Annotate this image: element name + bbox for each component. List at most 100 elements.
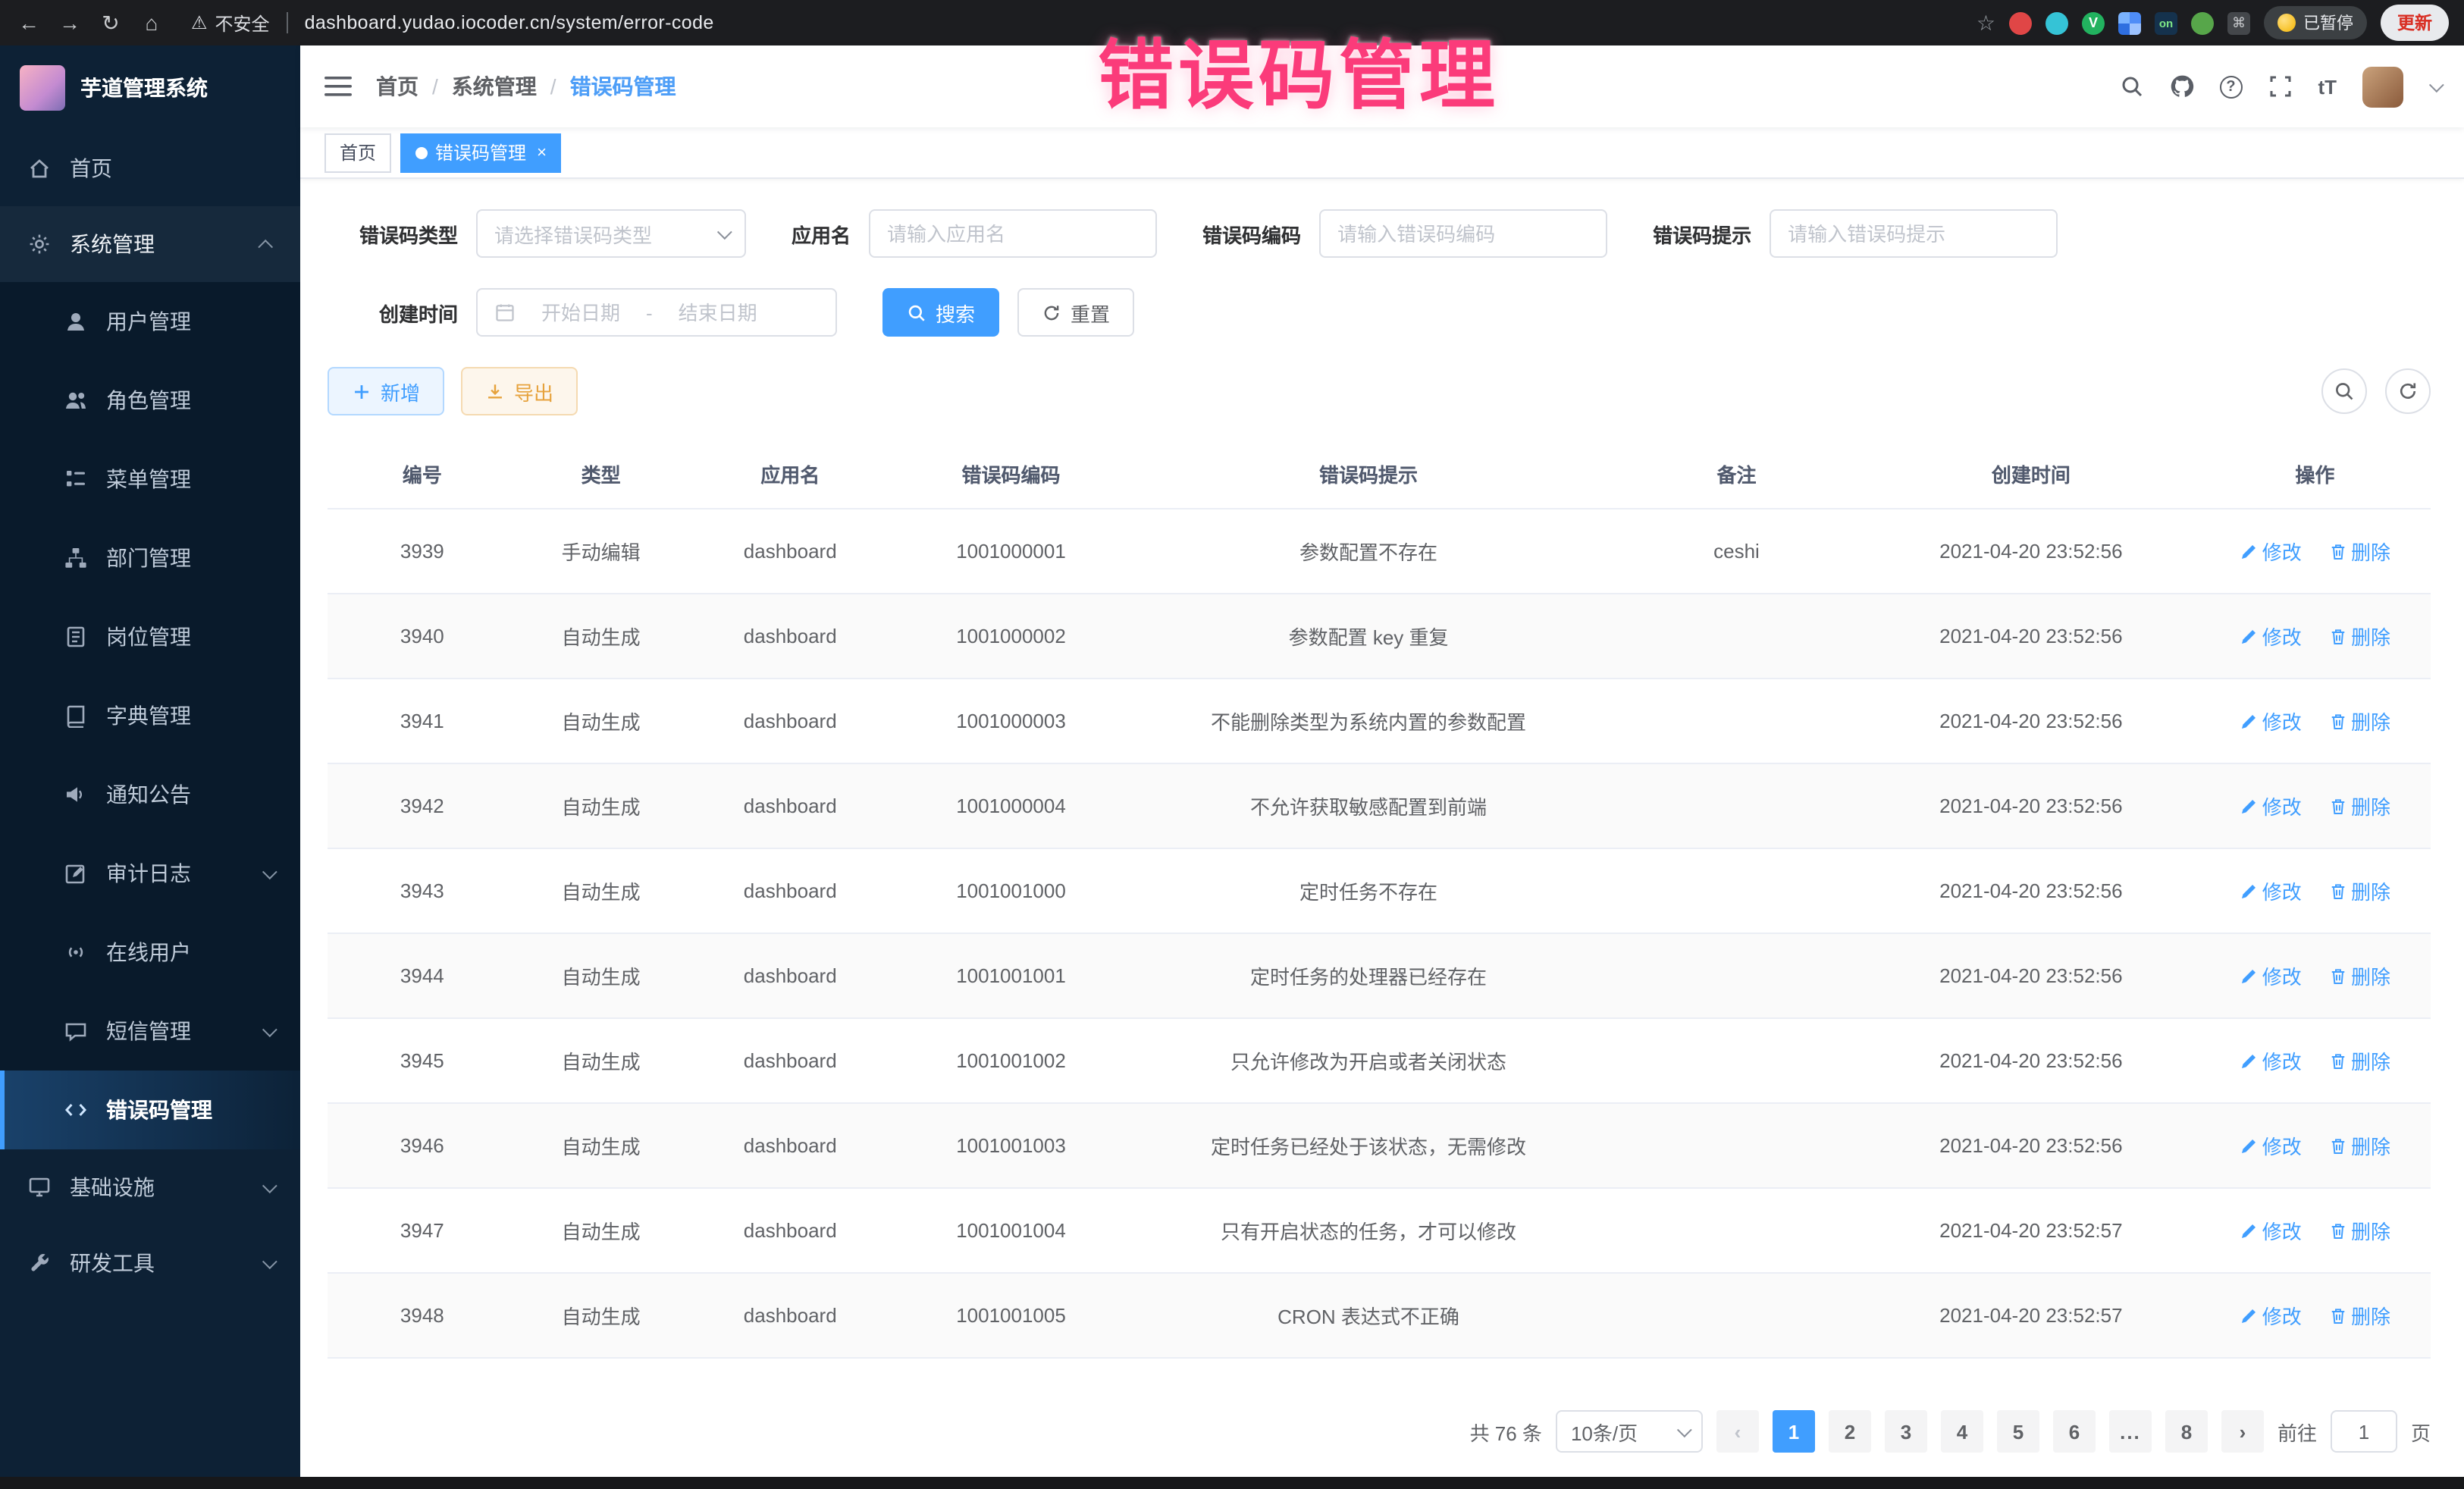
header-search-button[interactable] <box>2119 74 2143 99</box>
delete-link[interactable]: 删除 <box>2328 1216 2390 1245</box>
sidebar-item-dev-tools[interactable]: 研发工具 <box>0 1225 300 1301</box>
edit-link[interactable]: 修改 <box>2240 1301 2302 1330</box>
app-logo[interactable]: 芋道管理系统 <box>0 45 300 130</box>
cell-type: 自动生成 <box>517 1018 685 1103</box>
page-button[interactable]: 3 <box>1885 1410 1927 1453</box>
address-bar-url[interactable]: dashboard.yudao.iocoder.cn/system/error-… <box>305 12 714 33</box>
page-button[interactable]: 2 <box>1829 1410 1871 1453</box>
error-code-input[interactable] <box>1337 222 1589 245</box>
start-date-input[interactable] <box>526 301 635 324</box>
font-size-button[interactable]: tT <box>2318 75 2337 98</box>
sidebar-item-notices[interactable]: 通知公告 <box>0 755 300 834</box>
sidebar-item-positions[interactable]: 岗位管理 <box>0 597 300 676</box>
refresh-table-button[interactable] <box>2385 368 2431 414</box>
edit-link[interactable]: 修改 <box>2240 1131 2302 1160</box>
delete-link[interactable]: 删除 <box>2328 961 2390 990</box>
browser-home-button[interactable]: ⌂ <box>138 11 165 35</box>
export-button[interactable]: 导出 <box>461 367 578 415</box>
search-toggle-button[interactable] <box>2321 368 2367 414</box>
sidebar-item-home[interactable]: 首页 <box>0 130 300 206</box>
edit-link[interactable]: 修改 <box>2240 792 2302 820</box>
browser-forward-button[interactable]: → <box>56 11 83 35</box>
extensions-puzzle-icon[interactable]: ⌘ <box>2227 11 2250 34</box>
edit-link[interactable]: 修改 <box>2240 622 2302 650</box>
browser-update-button[interactable]: 更新 <box>2381 5 2449 41</box>
extension-green-icon[interactable] <box>2191 11 2214 34</box>
security-warning[interactable]: ⚠ 不安全 <box>191 10 270 36</box>
sidebar-item-menus[interactable]: 菜单管理 <box>0 440 300 519</box>
cell-id: 3946 <box>328 1103 517 1188</box>
cell-time: 2021-04-20 23:52:56 <box>1863 1018 2199 1103</box>
sidebar-item-dictionaries[interactable]: 字典管理 <box>0 676 300 755</box>
delete-link[interactable]: 删除 <box>2328 537 2390 566</box>
sidebar-item-error-codes[interactable]: 错误码管理 <box>0 1071 300 1149</box>
sidebar-item-label: 研发工具 <box>70 1248 155 1278</box>
delete-link[interactable]: 删除 <box>2328 1301 2390 1330</box>
extension-grid-icon[interactable] <box>2118 11 2141 34</box>
edit-link[interactable]: 修改 <box>2240 1216 2302 1245</box>
sidebar-item-roles[interactable]: 角色管理 <box>0 361 300 440</box>
tab-error-code[interactable]: 错误码管理 × <box>400 133 562 172</box>
page-button[interactable]: 1 <box>1773 1410 1815 1453</box>
cell-app: dashboard <box>685 1188 895 1273</box>
extension-teal-icon[interactable] <box>2045 11 2068 34</box>
edit-link[interactable]: 修改 <box>2240 537 2302 566</box>
edit-link[interactable]: 修改 <box>2240 1046 2302 1075</box>
error-hint-input[interactable] <box>1788 222 2039 245</box>
delete-link[interactable]: 删除 <box>2328 876 2390 905</box>
page-size-select[interactable]: 10条/页 <box>1556 1410 1703 1453</box>
prev-page-button[interactable]: ‹ <box>1716 1410 1759 1453</box>
github-icon[interactable] <box>2169 74 2193 99</box>
goto-page-input[interactable] <box>2331 1410 2397 1453</box>
sidebar-item-infrastructure[interactable]: 基础设施 <box>0 1149 300 1225</box>
reset-button[interactable]: 重置 <box>1017 288 1134 337</box>
end-date-input[interactable] <box>663 301 773 324</box>
delete-link[interactable]: 删除 <box>2328 1046 2390 1075</box>
sidebar-item-system-management[interactable]: 系统管理 <box>0 206 300 282</box>
bookmark-star-icon[interactable]: ☆ <box>1977 10 1995 36</box>
cell-id: 3941 <box>328 679 517 763</box>
column-header-app: 应用名 <box>685 440 895 509</box>
delete-link[interactable]: 删除 <box>2328 622 2390 650</box>
page-button[interactable]: 8 <box>2165 1410 2208 1453</box>
app-name-input[interactable] <box>887 222 1139 245</box>
sidebar-item-audit-logs[interactable]: 审计日志 <box>0 834 300 913</box>
delete-link[interactable]: 删除 <box>2328 707 2390 735</box>
error-type-select[interactable]: 请选择错误码类型 <box>476 209 746 258</box>
browser-back-button[interactable]: ← <box>15 11 42 35</box>
search-button[interactable]: 搜索 <box>882 288 999 337</box>
breadcrumb-item-home[interactable]: 首页 <box>376 71 419 102</box>
fullscreen-button[interactable] <box>2268 74 2292 99</box>
delete-link[interactable]: 删除 <box>2328 792 2390 820</box>
breadcrumb-item-system[interactable]: 系统管理 <box>452 71 537 102</box>
sidebar-item-departments[interactable]: 部门管理 <box>0 519 300 597</box>
sidebar-item-sms[interactable]: 短信管理 <box>0 992 300 1071</box>
browser-reload-button[interactable]: ↻ <box>97 10 124 36</box>
table-row: 3947 自动生成 dashboard 1001001004 只有开启状态的任务… <box>328 1188 2431 1273</box>
page-button[interactable]: 4 <box>1941 1410 1983 1453</box>
sidebar-item-online-users[interactable]: 在线用户 <box>0 913 300 992</box>
edit-link[interactable]: 修改 <box>2240 876 2302 905</box>
page-button[interactable]: 5 <box>1997 1410 2039 1453</box>
hamburger-button[interactable] <box>324 74 352 99</box>
next-page-button[interactable]: › <box>2221 1410 2264 1453</box>
page-button[interactable]: 6 <box>2053 1410 2096 1453</box>
help-button[interactable]: ? <box>2219 75 2242 98</box>
avatar-caret-icon[interactable] <box>2429 77 2444 92</box>
sidebar-item-users[interactable]: 用户管理 <box>0 282 300 361</box>
user-avatar[interactable] <box>2362 66 2403 107</box>
cell-ops: 修改 删除 <box>2199 763 2431 848</box>
extension-on-badge-icon[interactable]: on <box>2155 11 2177 34</box>
extension-v-icon[interactable]: V <box>2082 11 2105 34</box>
close-icon[interactable]: × <box>537 143 547 161</box>
date-range-picker[interactable]: - <box>476 288 837 337</box>
warning-icon: ⚠ <box>191 12 208 33</box>
edit-link[interactable]: 修改 <box>2240 707 2302 735</box>
extension-red-icon[interactable] <box>2009 11 2032 34</box>
tab-home[interactable]: 首页 <box>324 133 391 172</box>
delete-link[interactable]: 删除 <box>2328 1131 2390 1160</box>
profile-paused-badge[interactable]: 已暂停 <box>2264 6 2367 39</box>
add-button[interactable]: 新增 <box>328 367 444 415</box>
edit-link[interactable]: 修改 <box>2240 961 2302 990</box>
cell-app: dashboard <box>685 848 895 933</box>
